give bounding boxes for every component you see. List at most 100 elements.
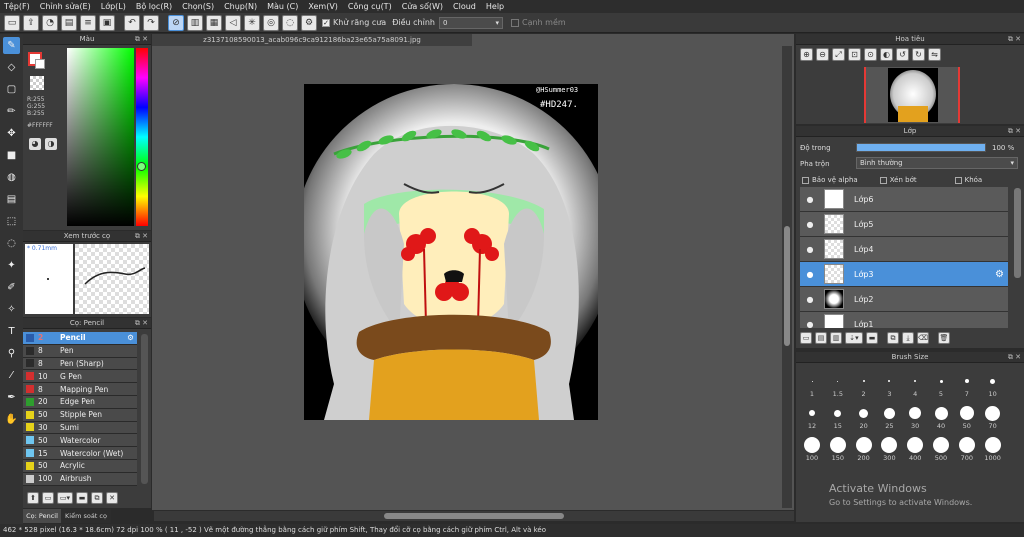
- menu-item-1[interactable]: Chỉnh sửa(E): [40, 2, 91, 11]
- brush-item[interactable]: 8 Mapping Pen: [23, 383, 137, 396]
- pen-tool-icon[interactable]: ✎: [3, 37, 20, 54]
- brush-size-option[interactable]: 4: [903, 372, 927, 402]
- layer-merge-icon[interactable]: ⤓: [902, 332, 914, 344]
- layer-add-menu-icon[interactable]: ⇣▾: [845, 332, 863, 344]
- antialias-checkbox[interactable]: ✓: [322, 18, 330, 27]
- tab-brush[interactable]: Cọ: Pencil: [23, 509, 61, 523]
- visibility-icon[interactable]: ●: [800, 220, 820, 229]
- brush-add-icon[interactable]: ⬆: [27, 492, 39, 504]
- brush-size-option[interactable]: 15: [826, 404, 850, 434]
- brush-item[interactable]: 2 Pencil ⚙: [23, 332, 137, 345]
- layer-list-scrollbar[interactable]: [1014, 188, 1021, 278]
- fill-shape-tool-icon[interactable]: ■: [3, 147, 20, 164]
- settings-icon[interactable]: ⚙: [301, 14, 317, 31]
- radial-snap-button[interactable]: ✳: [244, 14, 260, 31]
- layer-duplicate-icon[interactable]: ⧉: [887, 332, 899, 344]
- brush-size-option[interactable]: 1: [800, 372, 824, 402]
- menu-item-9[interactable]: Cửa số(W): [402, 2, 443, 11]
- grid-snap-button[interactable]: ▦: [206, 14, 222, 31]
- brush-item[interactable]: 50 Stipple Pen: [23, 408, 137, 422]
- menu-item-3[interactable]: Bộ lọc(R): [136, 2, 172, 11]
- layer-row[interactable]: ● Lớp6: [800, 187, 1008, 212]
- select-eraser-tool-icon[interactable]: ✧: [3, 301, 20, 318]
- select-pen-tool-icon[interactable]: ✐: [3, 279, 20, 296]
- brush-size-option[interactable]: 50: [955, 404, 979, 434]
- brush-size-option[interactable]: 7: [955, 372, 979, 402]
- lasso-tool-icon[interactable]: ◌: [3, 235, 20, 252]
- lock-checkbox[interactable]: [954, 176, 962, 184]
- brush-folder-icon[interactable]: ▬: [76, 492, 88, 504]
- layer-row[interactable]: ● Lớp3 ⚙: [800, 262, 1008, 287]
- palette-2-icon[interactable]: ◑: [45, 138, 57, 150]
- brush-item[interactable]: 50 Acrylic: [23, 459, 137, 473]
- brush-size-option[interactable]: 5: [929, 372, 953, 402]
- new-layer-1bit-icon[interactable]: ▥: [830, 332, 842, 344]
- blend-mode-dropdown[interactable]: Bình thường ▾: [856, 157, 1018, 169]
- new-layer-icon[interactable]: ▭: [800, 332, 812, 344]
- perspective-snap-button[interactable]: ◁: [225, 14, 241, 31]
- brush-copy-icon[interactable]: ▭▾: [57, 492, 73, 504]
- saturation-value-picker[interactable]: [67, 48, 134, 226]
- hand-tool-icon[interactable]: ✋: [3, 411, 20, 428]
- menu-item-0[interactable]: Tệp(F): [4, 2, 30, 11]
- brush-size-option[interactable]: 1.5: [826, 372, 850, 402]
- select-tool-icon[interactable]: ⬚: [3, 213, 20, 230]
- rotate-reset-icon[interactable]: ◐: [880, 48, 893, 61]
- new-halftone-layer-icon[interactable]: ▤: [815, 332, 827, 344]
- hue-slider-handle[interactable]: [137, 162, 146, 171]
- new-file-button[interactable]: ▭: [4, 14, 20, 31]
- visibility-icon[interactable]: ●: [800, 245, 820, 254]
- brush-size-option[interactable]: 1000: [981, 436, 1005, 466]
- menu-item-4[interactable]: Chọn(S): [182, 2, 214, 11]
- brush-size-option[interactable]: 20: [852, 404, 876, 434]
- actual-size-icon[interactable]: ⊡: [848, 48, 861, 61]
- canvas-vertical-scrollbar[interactable]: [782, 46, 792, 508]
- brush-duplicate-icon[interactable]: ⧉: [91, 492, 103, 504]
- menu-item-11[interactable]: Help: [486, 2, 504, 11]
- brush-size-option[interactable]: 30: [903, 404, 927, 434]
- visibility-icon[interactable]: ●: [800, 320, 820, 329]
- layer-folder-icon[interactable]: ▬: [866, 332, 878, 344]
- speech-icon[interactable]: ◔: [42, 14, 58, 31]
- brush-size-option[interactable]: 3: [877, 372, 901, 402]
- gear-icon[interactable]: ⚙: [127, 333, 134, 342]
- circle-snap-button[interactable]: ◎: [263, 14, 279, 31]
- eyedropper-tool-icon[interactable]: ⁄: [3, 367, 20, 384]
- brush-size-option[interactable]: 200: [852, 436, 876, 466]
- brush-size-option[interactable]: 700: [955, 436, 979, 466]
- zoom-out-icon[interactable]: ⊖: [816, 48, 829, 61]
- visibility-icon[interactable]: ●: [800, 195, 820, 204]
- brush-item[interactable]: 50 Watercolor: [23, 434, 137, 448]
- menu-item-2[interactable]: Lớp(L): [101, 2, 126, 11]
- layer-row[interactable]: ● Lớp1: [800, 312, 1008, 328]
- artwork-canvas[interactable]: @HSummer03 #HD247.: [304, 84, 598, 420]
- secondary-color-swatch[interactable]: [35, 59, 45, 69]
- menu-item-10[interactable]: Cloud: [453, 2, 476, 11]
- brush-size-option[interactable]: 70: [981, 404, 1005, 434]
- adjust-dropdown[interactable]: 0 ▾: [438, 16, 503, 29]
- magic-wand-tool-icon[interactable]: ✦: [3, 257, 20, 274]
- brush-new-icon[interactable]: ▭: [42, 492, 54, 504]
- gradient-tool-icon[interactable]: ▤: [3, 191, 20, 208]
- zoom-in-icon[interactable]: ⊕: [800, 48, 813, 61]
- horizontal-scroll-thumb[interactable]: [384, 513, 564, 519]
- layer-row[interactable]: ● Lớp4: [800, 237, 1008, 262]
- menu-item-5[interactable]: Chụp(N): [224, 2, 257, 11]
- rotate-left-icon[interactable]: ↺: [896, 48, 909, 61]
- hue-slider[interactable]: [136, 48, 148, 226]
- eraser-tool-icon[interactable]: ◇: [3, 59, 20, 76]
- layer-clear-icon[interactable]: ⌫: [917, 332, 929, 344]
- canvas-horizontal-scrollbar[interactable]: [154, 511, 794, 521]
- visibility-icon[interactable]: ●: [800, 295, 820, 304]
- gear-icon[interactable]: ⚙: [995, 269, 1004, 280]
- brush-item[interactable]: 8 Pen: [23, 344, 137, 358]
- brush-list-scrollbar[interactable]: [141, 334, 148, 484]
- layer-delete-icon[interactable]: 🗑: [938, 332, 950, 344]
- text-tool-icon[interactable]: T: [3, 323, 20, 340]
- layer-mode-button[interactable]: ▤: [61, 14, 77, 31]
- brush-size-option[interactable]: 10: [981, 372, 1005, 402]
- redo-button[interactable]: ↷: [143, 14, 159, 31]
- brush-size-option[interactable]: 100: [800, 436, 824, 466]
- brush-item[interactable]: 10 G Pen: [23, 370, 137, 384]
- vertical-scroll-thumb[interactable]: [784, 226, 790, 346]
